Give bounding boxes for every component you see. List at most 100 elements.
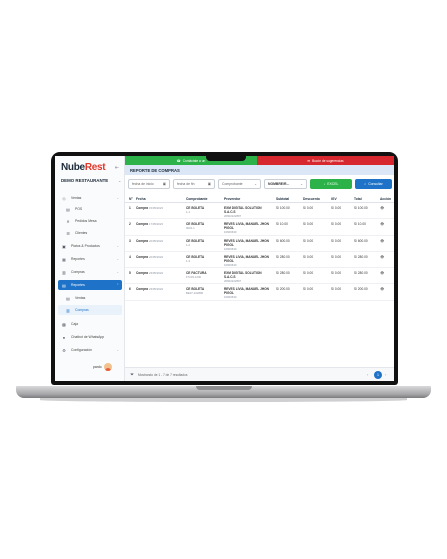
row-proveedor: REVES LIVIA, MANUEL JHON PIGOL 10606630 <box>224 287 269 300</box>
row-descuento: S/ 0.00 <box>303 271 314 276</box>
chevron-down-icon: ⌄ <box>116 196 119 200</box>
report-icon: ▤ <box>62 282 66 288</box>
row-proveedor: REVES LIVIA, MANUEL JHON PIGOL 10606630 <box>224 254 269 267</box>
sidebar: NubeRest ⇤ DEMO RESTAURANTE ⌄ ◇ Ventas ⌄… <box>55 156 125 381</box>
page-title: REPORTE DE COMPRAS <box>125 165 394 175</box>
sidebar-item-platos[interactable]: ▣ Platos & Productos ⌄ <box>58 241 122 251</box>
excel-button[interactable]: ↓ EXCEL <box>310 179 352 189</box>
sidebar-item-reportes-active[interactable]: ▤ Reportes ⌃ <box>58 280 122 290</box>
sidebar-item-pedidos-mesa[interactable]: ✕ Pedidos Mesa <box>58 216 122 226</box>
tag-icon: ◇ <box>62 195 66 201</box>
user-menu[interactable]: pardo <box>93 363 112 371</box>
row-subtotal: S/ 280.00 <box>276 254 290 259</box>
row-igv: S/ 0.00 <box>331 238 342 243</box>
row-comprobante: CE FACTURA F7233-1230 <box>186 271 207 280</box>
table-row: 6 Compra 23/05/2023 CE BOLETA BE07-102890 RE… <box>125 284 394 301</box>
voucher-select[interactable]: Comprobante ⌄ <box>218 179 261 189</box>
sidebar-item-reportes-ventas[interactable]: ▤ Ventas <box>58 293 122 303</box>
table-row: 5 Compra 23/05/2023 CE FACTURA F7233-1230 EX… <box>125 268 394 285</box>
col-accion: Acción <box>380 196 391 201</box>
contact-banner-text: Contáctate a un <box>182 158 206 163</box>
utensils-icon: ✕ <box>66 218 70 224</box>
calendar-icon: ▣ <box>207 182 211 186</box>
camera-notch <box>206 152 246 161</box>
sidebar-item-chatbot[interactable]: ● Chatbot de WhatsApp <box>58 332 122 342</box>
table-body: 1 Compra 15/05/2023 CE BOLETA 1-1 EXM DIGITA… <box>125 203 394 301</box>
row-comprobante: CE BOLETA BE07-102890 <box>186 287 205 296</box>
row-proveedor: REVES LIVIA, MANUEL JHON PIGOL 10606630 <box>224 222 269 235</box>
chevron-down-icon[interactable]: ⌄ <box>118 178 121 183</box>
calendar-icon: ▣ <box>162 182 166 186</box>
prev-page-button[interactable]: ‹ <box>367 372 368 377</box>
collapse-sidebar-icon[interactable]: ⇤ <box>115 165 119 171</box>
col-fecha: Fecha <box>136 196 146 201</box>
chevron-up-icon: ⌃ <box>116 283 119 287</box>
row-number: 3 <box>129 238 131 243</box>
list-icon: ▤ <box>66 295 70 301</box>
view-icon[interactable]: 👁 <box>380 222 384 226</box>
app-screen: ☎ Contáctate a un ✉ Buzón de sugerencias… <box>55 156 394 381</box>
next-page-button[interactable]: › <box>385 372 386 377</box>
user-name: pardo <box>93 365 102 369</box>
sidebar-item-caja[interactable]: ▩ Caja <box>58 319 122 329</box>
table-footer: ⏷ Mostrando de 1 - 7 de 7 resultados ‹ 1… <box>125 367 394 381</box>
name-select[interactable]: NOMBRE/R... ⌄ <box>264 179 307 189</box>
sidebar-item-pos[interactable]: ▤ POS <box>58 204 122 214</box>
col-descuento: Descuento <box>303 196 320 201</box>
sidebar-item-compras[interactable]: ▥ Compras ⌄ <box>58 267 122 277</box>
row-subtotal: S/ 200.00 <box>276 287 290 292</box>
table-header: N° Fecha Comprobante Proveedor Subtotal … <box>125 194 394 203</box>
chevron-down-icon: ⌄ <box>254 182 257 186</box>
brand-logo: NubeRest <box>61 162 106 173</box>
search-icon: ⌕ <box>364 182 367 186</box>
filter-icon[interactable]: ⏷ <box>130 372 134 378</box>
sidebar-item-reportes[interactable]: ▦ Reportes ⌄ <box>58 254 122 264</box>
row-subtotal: S/ 600.00 <box>276 238 290 243</box>
gear-icon: ⚙ <box>62 347 66 353</box>
view-icon[interactable]: 👁 <box>380 255 384 259</box>
date-to-input[interactable]: fecha de fin ▣ <box>173 179 215 189</box>
view-icon[interactable]: 👁 <box>380 239 384 243</box>
megaphone-icon: ✉ <box>307 158 311 163</box>
view-icon[interactable]: 👁 <box>380 206 384 210</box>
register-icon: ▤ <box>66 206 70 212</box>
row-descuento: S/ 0.00 <box>303 238 314 243</box>
row-comprobante: CE BOLETA 1-2 <box>186 238 205 247</box>
row-proveedor: EXM DIGITAL SOLUTION S.A.C.S 20602222897 <box>224 271 262 284</box>
row-total: S/ 10.00 <box>354 222 366 227</box>
col-comprobante: Comprobante <box>186 196 208 201</box>
col-proveedor: Proveedor <box>224 196 241 201</box>
cash-icon: ▩ <box>62 321 66 327</box>
row-fecha: Compra 15/05/2023 <box>136 206 163 210</box>
current-page-button[interactable]: 1 <box>374 371 382 379</box>
sidebar-item-clientes[interactable]: ☰ Clientes <box>58 228 122 238</box>
view-icon[interactable]: 👁 <box>380 271 384 275</box>
row-total: S/ 200.00 <box>354 287 368 292</box>
row-number: 4 <box>129 254 131 259</box>
view-icon[interactable]: 👁 <box>380 287 384 291</box>
col-subtotal: Subtotal <box>276 196 290 201</box>
row-igv: S/ 0.00 <box>331 254 342 259</box>
row-comprobante: CE BOLETA 1-3 <box>186 254 205 263</box>
sidebar-item-reportes-compras[interactable]: ▥ Compras <box>58 305 122 315</box>
row-igv: S/ 0.00 <box>331 222 342 227</box>
filter-bar: fecha de inicio ▣ fecha de fin ▣ Comprob… <box>125 179 394 191</box>
purchases-table: N° Fecha Comprobante Proveedor Subtotal … <box>125 194 394 301</box>
row-proveedor: REVES LIVIA, MANUEL JHON PIGOL 10606630 <box>224 238 269 251</box>
avatar <box>103 363 112 371</box>
suggestions-banner[interactable]: ✉ Buzón de sugerencias <box>257 156 394 165</box>
row-number: 6 <box>129 287 131 292</box>
row-total: S/ 280.00 <box>354 254 368 259</box>
search-button[interactable]: ⌕ Consultar <box>355 179 392 189</box>
sidebar-item-ventas[interactable]: ◇ Ventas ⌄ <box>58 193 122 203</box>
row-number: 5 <box>129 271 131 276</box>
chevron-down-icon: ⌄ <box>116 244 119 248</box>
row-fecha: Compra 17/05/2023 <box>136 222 163 227</box>
chevron-down-icon: ⌄ <box>116 270 119 274</box>
row-subtotal: S/ 10.00 <box>276 222 288 227</box>
sidebar-item-configuracion[interactable]: ⚙ Configuración ⌄ <box>58 345 122 355</box>
row-descuento: S/ 0.00 <box>303 222 314 227</box>
row-igv: S/ 0.00 <box>331 271 342 276</box>
row-igv: S/ 0.00 <box>331 287 342 292</box>
date-from-input[interactable]: fecha de inicio ▣ <box>128 179 170 189</box>
